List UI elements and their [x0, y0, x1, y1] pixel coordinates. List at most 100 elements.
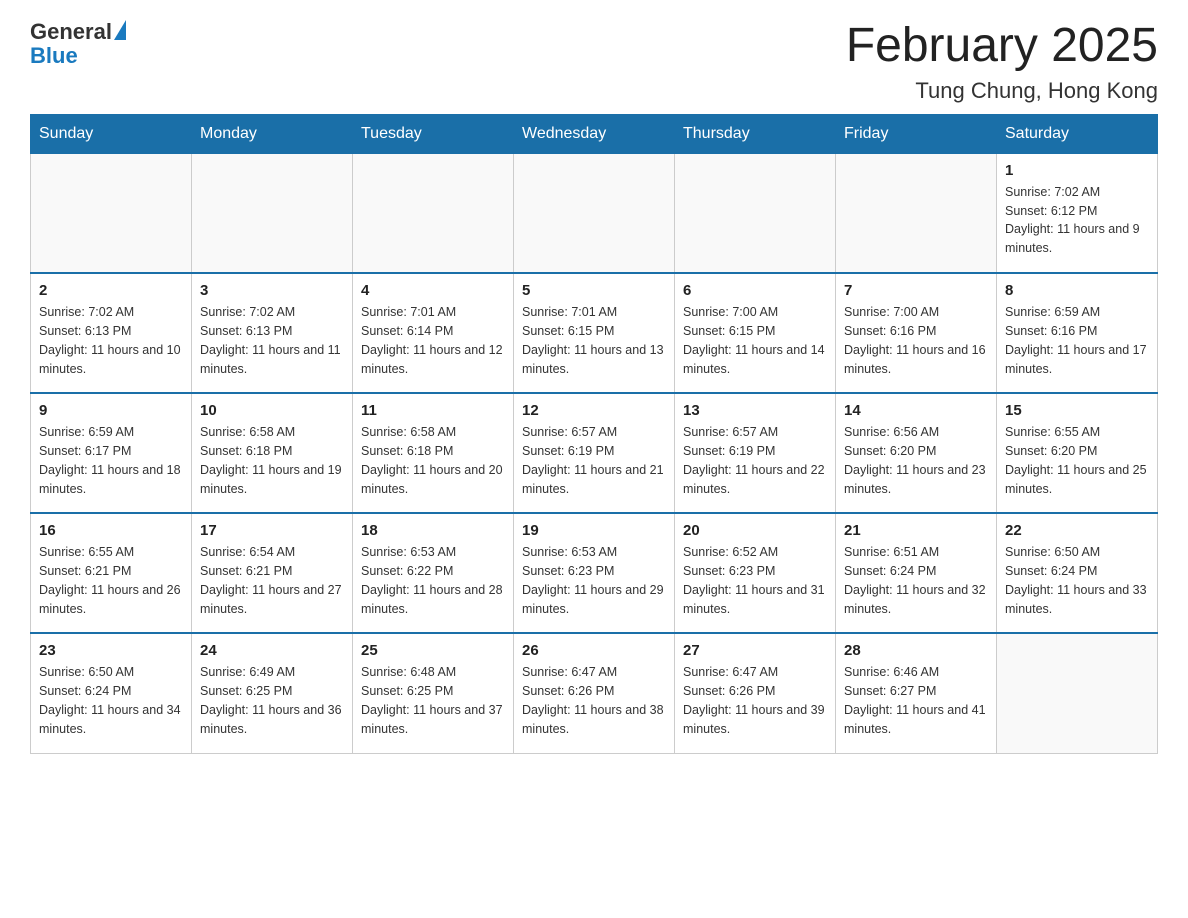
location-title: Tung Chung, Hong Kong — [846, 78, 1158, 104]
header-wednesday: Wednesday — [514, 114, 675, 153]
table-row — [675, 153, 836, 273]
table-row: 25 Sunrise: 6:48 AM Sunset: 6:25 PM Dayli… — [353, 633, 514, 753]
day-number: 18 — [361, 522, 505, 539]
day-info: Sunrise: 6:51 AM Sunset: 6:24 PM Dayligh… — [844, 543, 988, 618]
logo: General Blue — [30, 20, 126, 68]
header-monday: Monday — [192, 114, 353, 153]
day-number: 17 — [200, 522, 344, 539]
table-row — [192, 153, 353, 273]
day-info: Sunrise: 6:53 AM Sunset: 6:22 PM Dayligh… — [361, 543, 505, 618]
calendar-week-row: 16 Sunrise: 6:55 AM Sunset: 6:21 PM Dayli… — [31, 513, 1158, 633]
header-sunday: Sunday — [31, 114, 192, 153]
day-number: 8 — [1005, 282, 1149, 299]
day-number: 26 — [522, 642, 666, 659]
day-number: 28 — [844, 642, 988, 659]
table-row — [353, 153, 514, 273]
table-row: 2Sunrise: 7:02 AM Sunset: 6:13 PM Daylig… — [31, 273, 192, 393]
day-number: 4 — [361, 282, 505, 299]
table-row: 8 Sunrise: 6:59 AM Sunset: 6:16 PM Daylig… — [997, 273, 1158, 393]
day-number: 20 — [683, 522, 827, 539]
day-number: 14 — [844, 402, 988, 419]
table-row: 24 Sunrise: 6:49 AM Sunset: 6:25 PM Dayli… — [192, 633, 353, 753]
calendar-week-row: 2 Sunrise: 7:02 AM Sunset: 6:13 PM Daylig… — [31, 273, 1158, 393]
table-row: 28Sunrise: 6:46 AM Sunset: 6:27 PM Dayli… — [836, 633, 997, 753]
day-number: 22 — [1005, 522, 1149, 539]
table-row: 5 Sunrise: 7:01 AM Sunset: 6:15 PM Daylig… — [514, 273, 675, 393]
table-row: 18 Sunrise: 6:53 AM Sunset: 6:22 PM Dayli… — [353, 513, 514, 633]
table-row: 7 Sunrise: 7:00 AM Sunset: 6:16 PM Daylig… — [836, 273, 997, 393]
table-row: 15 Sunrise: 6:55 AM Sunset: 6:20 PM Dayli… — [997, 393, 1158, 513]
day-info: Sunrise: 6:53 AM Sunset: 6:23 PM Dayligh… — [522, 543, 666, 618]
day-number: 23 — [39, 642, 183, 659]
table-row: 12 Sunrise: 6:57 AM Sunset: 6:19 PM Dayli… — [514, 393, 675, 513]
day-info: Sunrise: 7:02 AM Sunset: 6:13 PM Dayligh… — [200, 303, 344, 378]
table-row: 20 Sunrise: 6:52 AM Sunset: 6:23 PM Dayli… — [675, 513, 836, 633]
logo-blue-text: Blue — [30, 44, 126, 68]
table-row: 6 Sunrise: 7:00 AM Sunset: 6:15 PM Daylig… — [675, 273, 836, 393]
header-saturday: Saturday — [997, 114, 1158, 153]
day-info: Sunrise: 6:57 AM Sunset: 6:19 PM Dayligh… — [522, 423, 666, 498]
day-number: 2 — [39, 282, 183, 299]
table-row: 22Sunrise: 6:50 AM Sunset: 6:24 PM Dayli… — [997, 513, 1158, 633]
day-info: Sunrise: 6:49 AM Sunset: 6:25 PM Dayligh… — [200, 663, 344, 738]
day-number: 3 — [200, 282, 344, 299]
day-number: 6 — [683, 282, 827, 299]
header-tuesday: Tuesday — [353, 114, 514, 153]
day-info: Sunrise: 6:57 AM Sunset: 6:19 PM Dayligh… — [683, 423, 827, 498]
month-title: February 2025 — [846, 20, 1158, 73]
header-thursday: Thursday — [675, 114, 836, 153]
logo-general-text: General — [30, 20, 112, 44]
day-number: 9 — [39, 402, 183, 419]
table-row: 4 Sunrise: 7:01 AM Sunset: 6:14 PM Daylig… — [353, 273, 514, 393]
calendar-week-row: 23 Sunrise: 6:50 AM Sunset: 6:24 PM Dayli… — [31, 633, 1158, 753]
day-number: 19 — [522, 522, 666, 539]
day-number: 25 — [361, 642, 505, 659]
calendar-week-row: 9Sunrise: 6:59 AM Sunset: 6:17 PM Daylig… — [31, 393, 1158, 513]
day-info: Sunrise: 6:55 AM Sunset: 6:21 PM Dayligh… — [39, 543, 183, 618]
day-info: Sunrise: 6:58 AM Sunset: 6:18 PM Dayligh… — [361, 423, 505, 498]
table-row: 9Sunrise: 6:59 AM Sunset: 6:17 PM Daylig… — [31, 393, 192, 513]
day-number: 7 — [844, 282, 988, 299]
day-info: Sunrise: 7:01 AM Sunset: 6:14 PM Dayligh… — [361, 303, 505, 378]
table-row — [997, 633, 1158, 753]
table-row: 1Sunrise: 7:02 AM Sunset: 6:12 PM Daylig… — [997, 153, 1158, 273]
table-row: 13 Sunrise: 6:57 AM Sunset: 6:19 PM Dayli… — [675, 393, 836, 513]
table-row: 14Sunrise: 6:56 AM Sunset: 6:20 PM Dayli… — [836, 393, 997, 513]
day-number: 13 — [683, 402, 827, 419]
day-number: 11 — [361, 402, 505, 419]
day-number: 27 — [683, 642, 827, 659]
table-row: 17Sunrise: 6:54 AM Sunset: 6:21 PM Dayli… — [192, 513, 353, 633]
day-number: 1 — [1005, 162, 1149, 179]
table-row — [514, 153, 675, 273]
calendar-week-row: 1Sunrise: 7:02 AM Sunset: 6:12 PM Daylig… — [31, 153, 1158, 273]
page-header: General Blue February 2025 Tung Chung, H… — [30, 20, 1158, 104]
table-row — [836, 153, 997, 273]
logo-triangle-icon — [114, 20, 126, 40]
day-info: Sunrise: 6:55 AM Sunset: 6:20 PM Dayligh… — [1005, 423, 1149, 498]
day-info: Sunrise: 6:59 AM Sunset: 6:16 PM Dayligh… — [1005, 303, 1149, 378]
day-number: 12 — [522, 402, 666, 419]
day-number: 10 — [200, 402, 344, 419]
day-number: 5 — [522, 282, 666, 299]
title-section: February 2025 Tung Chung, Hong Kong — [846, 20, 1158, 104]
day-info: Sunrise: 7:00 AM Sunset: 6:15 PM Dayligh… — [683, 303, 827, 378]
day-number: 24 — [200, 642, 344, 659]
table-row: 21Sunrise: 6:51 AM Sunset: 6:24 PM Dayli… — [836, 513, 997, 633]
table-row — [31, 153, 192, 273]
table-row: 16 Sunrise: 6:55 AM Sunset: 6:21 PM Dayli… — [31, 513, 192, 633]
day-info: Sunrise: 6:50 AM Sunset: 6:24 PM Dayligh… — [39, 663, 183, 738]
table-row: 19 Sunrise: 6:53 AM Sunset: 6:23 PM Dayli… — [514, 513, 675, 633]
table-row: 11 Sunrise: 6:58 AM Sunset: 6:18 PM Dayli… — [353, 393, 514, 513]
day-info: Sunrise: 6:47 AM Sunset: 6:26 PM Dayligh… — [683, 663, 827, 738]
day-number: 16 — [39, 522, 183, 539]
day-info: Sunrise: 6:58 AM Sunset: 6:18 PM Dayligh… — [200, 423, 344, 498]
day-info: Sunrise: 6:52 AM Sunset: 6:23 PM Dayligh… — [683, 543, 827, 618]
table-row: 23 Sunrise: 6:50 AM Sunset: 6:24 PM Dayli… — [31, 633, 192, 753]
day-number: 15 — [1005, 402, 1149, 419]
day-info: Sunrise: 6:48 AM Sunset: 6:25 PM Dayligh… — [361, 663, 505, 738]
weekday-header-row: Sunday Monday Tuesday Wednesday Thursday… — [31, 114, 1158, 153]
day-info: Sunrise: 6:47 AM Sunset: 6:26 PM Dayligh… — [522, 663, 666, 738]
day-info: Sunrise: 7:01 AM Sunset: 6:15 PM Dayligh… — [522, 303, 666, 378]
day-info: Sunrise: 7:00 AM Sunset: 6:16 PM Dayligh… — [844, 303, 988, 378]
calendar-table: Sunday Monday Tuesday Wednesday Thursday… — [30, 114, 1158, 754]
